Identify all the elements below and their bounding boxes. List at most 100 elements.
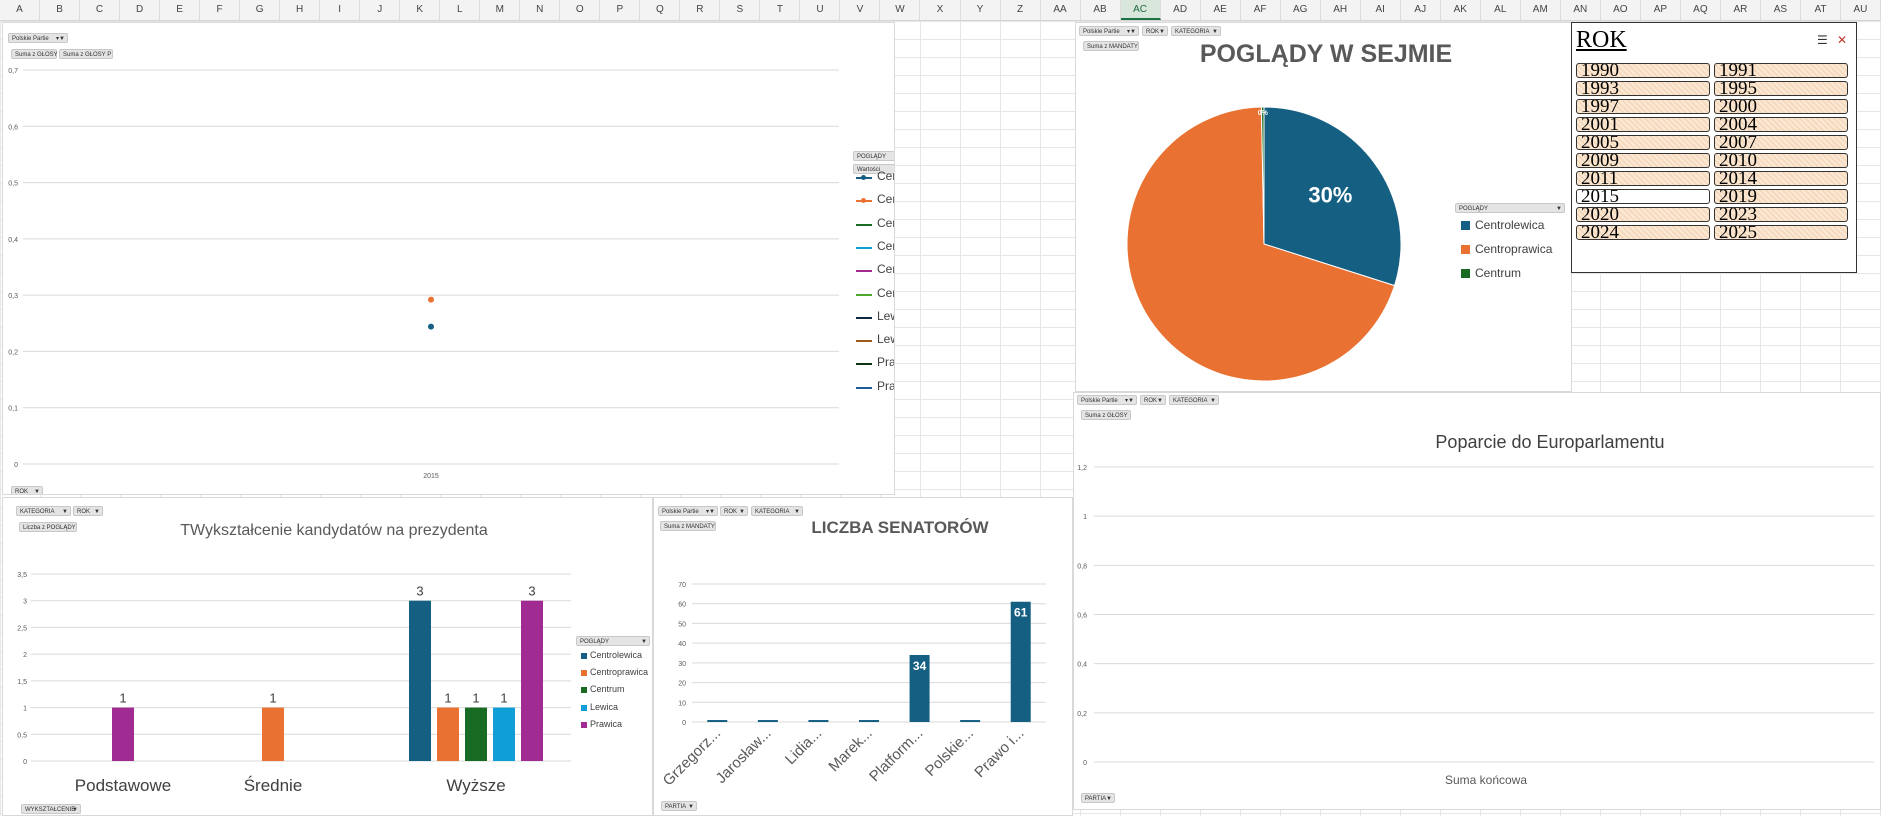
- y-tick-label: 0,5: [8, 181, 18, 188]
- column-header-f[interactable]: F: [200, 0, 241, 20]
- filter-button-wyksztalcenie[interactable]: WYKSZTAŁCENIE ▼: [21, 804, 81, 814]
- column-header-ae[interactable]: AE: [1201, 0, 1241, 20]
- legend-line: [856, 363, 872, 366]
- multi-select-icon[interactable]: ☰: [1817, 33, 1828, 47]
- column-header-an[interactable]: AN: [1561, 0, 1601, 20]
- slicer-item-1991[interactable]: 1991: [1714, 63, 1848, 78]
- rok-slicer[interactable]: ROK ☰ ✕ 1990 1991 1993 1995 1997 2000 2001 2004…: [1571, 22, 1857, 273]
- slicer-item-2025[interactable]: 2025: [1714, 225, 1848, 240]
- column-header-al[interactable]: AL: [1481, 0, 1521, 20]
- slicer-item-2023[interactable]: 2023: [1714, 207, 1848, 222]
- column-header-z[interactable]: Z: [1001, 0, 1041, 20]
- column-header-e[interactable]: E: [160, 0, 201, 20]
- column-header-t[interactable]: T: [760, 0, 801, 20]
- legend-label: Prawica: [590, 718, 623, 729]
- education-chart-panel[interactable]: KATEGORIA ▼ ROK ▼ Liczba z POGLĄDY TWykszt…: [2, 497, 653, 816]
- slicer-item-2000[interactable]: 2000: [1714, 99, 1848, 114]
- filter-button-partia[interactable]: PARTIA ▼: [1081, 793, 1115, 803]
- column-header-p[interactable]: P: [600, 0, 641, 20]
- pie-chart-panel[interactable]: Polskie Partie ▾▼ ROK ▼ KATEGORIA ▼ Suma z …: [1075, 22, 1572, 392]
- column-header-y[interactable]: Y: [961, 0, 1001, 20]
- legend-label: Centroprawica: [590, 667, 649, 678]
- legend-line: [856, 340, 872, 343]
- y-tick-label: 0: [1083, 760, 1087, 767]
- filter-button-poglady[interactable]: POGLĄDY▼: [1455, 203, 1565, 213]
- column-header-r[interactable]: R: [680, 0, 721, 20]
- column-header-m[interactable]: M: [480, 0, 521, 20]
- column-header-af[interactable]: AF: [1241, 0, 1281, 20]
- column-header-am[interactable]: AM: [1521, 0, 1561, 20]
- column-header-ak[interactable]: AK: [1441, 0, 1481, 20]
- column-header-ap[interactable]: AP: [1641, 0, 1681, 20]
- slicer-item-2001[interactable]: 2001: [1576, 117, 1710, 132]
- slicer-item-2014[interactable]: 2014: [1714, 171, 1848, 186]
- column-header-c[interactable]: C: [80, 0, 121, 20]
- column-header-u[interactable]: U: [800, 0, 841, 20]
- slicer-item-2011[interactable]: 2011: [1576, 171, 1710, 186]
- column-header-j[interactable]: J: [360, 0, 401, 20]
- x-tick-label: Platform...: [866, 725, 926, 785]
- column-header-ab[interactable]: AB: [1081, 0, 1121, 20]
- bar: [960, 720, 981, 722]
- filter-button-partia[interactable]: PARTIA ▼: [661, 801, 697, 811]
- column-header-s[interactable]: S: [720, 0, 761, 20]
- column-header-x[interactable]: X: [920, 0, 961, 20]
- filter-button-poglady[interactable]: POGLĄDY▼: [576, 636, 650, 646]
- clear-filter-icon[interactable]: ✕: [1837, 33, 1847, 47]
- filter-label: POGLĄDY: [580, 639, 610, 645]
- column-header-aq[interactable]: AQ: [1681, 0, 1721, 20]
- column-header-as[interactable]: AS: [1761, 0, 1801, 20]
- column-header-w[interactable]: W: [880, 0, 921, 20]
- slicer-item-1995[interactable]: 1995: [1714, 81, 1848, 96]
- bar: [757, 720, 778, 722]
- column-header-h[interactable]: H: [280, 0, 321, 20]
- slicer-item-1997[interactable]: 1997: [1576, 99, 1710, 114]
- europarliament-chart-panel[interactable]: Polskie Partie ▾▼ ROK ▼ KATEGORIA ▼ Suma z …: [1073, 392, 1881, 810]
- senators-chart-panel[interactable]: Polskie Partie ▾▼ ROK ▼ KATEGORIA ▼ Suma z …: [653, 497, 1073, 816]
- column-header-ai[interactable]: AI: [1361, 0, 1401, 20]
- column-header-b[interactable]: B: [40, 0, 81, 20]
- column-header-ao[interactable]: AO: [1601, 0, 1641, 20]
- senators-bar-chart: LICZBA SENATORÓW 0 10 20 30 40 50 60 70 Grzegorz.…: [660, 518, 1046, 789]
- slicer-item-2009[interactable]: 2009: [1576, 153, 1710, 168]
- slicer-item-2007[interactable]: 2007: [1714, 135, 1848, 150]
- column-header-ac[interactable]: AC: [1120, 0, 1161, 20]
- data-point: [428, 296, 434, 303]
- column-header-v[interactable]: V: [840, 0, 881, 20]
- slicer-item-1990[interactable]: 1990: [1576, 63, 1710, 78]
- x-tick-label: Lidia...: [782, 725, 825, 768]
- column-header-ad[interactable]: AD: [1161, 0, 1201, 20]
- legend-label: Centrolewica: [590, 650, 643, 660]
- bar: [437, 707, 459, 761]
- column-header-o[interactable]: O: [560, 0, 601, 20]
- column-header-q[interactable]: Q: [640, 0, 681, 20]
- slicer-item-2024[interactable]: 2024: [1576, 225, 1710, 240]
- filter-button-rok[interactable]: ROK ▼: [11, 486, 43, 494]
- slicer-item-2005[interactable]: 2005: [1576, 135, 1710, 150]
- slicer-item-2004[interactable]: 2004: [1714, 117, 1848, 132]
- column-header-ag[interactable]: AG: [1281, 0, 1321, 20]
- slicer-item-2019[interactable]: 2019: [1714, 189, 1848, 204]
- filter-button-poglady[interactable]: POGLĄDY▼: [853, 151, 894, 161]
- column-header-aa[interactable]: AA: [1041, 0, 1081, 20]
- slicer-item-2020[interactable]: 2020: [1576, 207, 1710, 222]
- slicer-item-2010[interactable]: 2010: [1714, 153, 1848, 168]
- column-header-ah[interactable]: AH: [1321, 0, 1361, 20]
- column-header-at[interactable]: AT: [1801, 0, 1841, 20]
- column-header-a[interactable]: A: [0, 0, 41, 20]
- slicer-item-2015[interactable]: 2015: [1576, 189, 1710, 204]
- column-header-i[interactable]: I: [320, 0, 361, 20]
- column-header-l[interactable]: L: [440, 0, 481, 20]
- column-header-au[interactable]: AU: [1841, 0, 1881, 20]
- bar: [859, 720, 879, 722]
- column-header-ar[interactable]: AR: [1721, 0, 1761, 20]
- column-header-k[interactable]: K: [400, 0, 441, 20]
- scatter-chart-panel[interactable]: Polskie Partie ▾▼ Suma z GŁOSY Suma z GŁO…: [2, 22, 895, 495]
- legend-label: Centrolewica - Suma z GLOSY: [877, 169, 894, 183]
- column-header-g[interactable]: G: [240, 0, 281, 20]
- slicer-item-1993[interactable]: 1993: [1576, 81, 1710, 96]
- y-tick-label: 0,3: [8, 293, 18, 300]
- column-header-aj[interactable]: AJ: [1401, 0, 1441, 20]
- column-header-d[interactable]: D: [120, 0, 161, 20]
- column-header-n[interactable]: N: [520, 0, 561, 20]
